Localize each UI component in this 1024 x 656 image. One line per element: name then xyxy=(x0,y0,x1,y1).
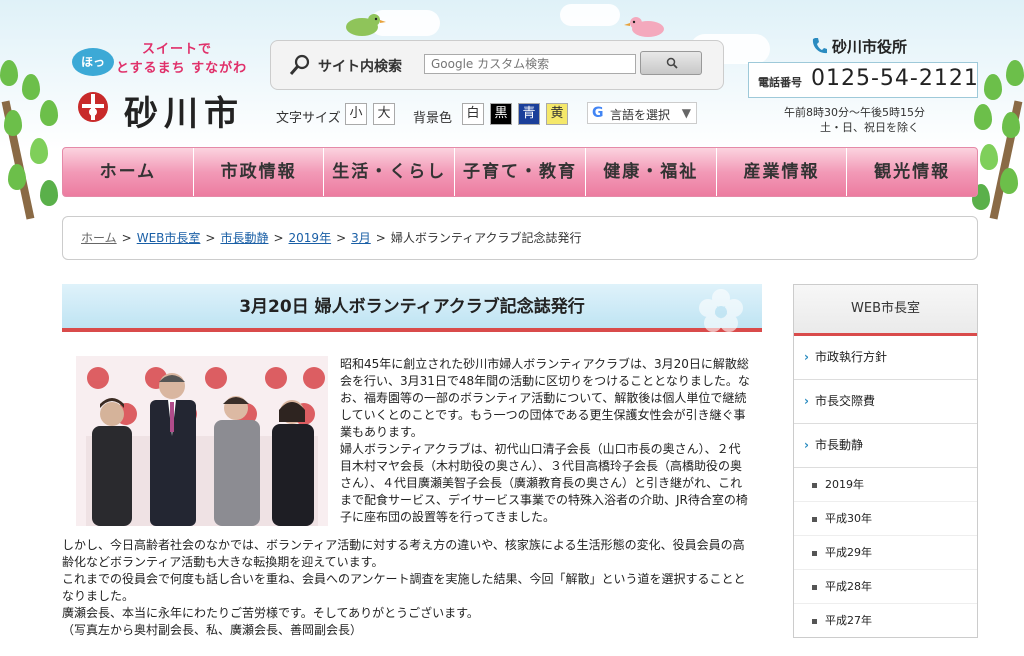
breadcrumb-separator: > xyxy=(205,231,216,245)
article-paragraph: しかし、今日高齢者社会のなかでは、ボランティア活動に対する考え方の違いや、核家族… xyxy=(62,538,745,569)
sidebar-subitem-h30[interactable]: 平成30年 xyxy=(794,502,977,536)
bg-white-button[interactable]: 白 xyxy=(462,103,484,125)
breadcrumb: ホーム > WEB市長室 > 市長動静 >2019年 >3月 > 婦人ボランティアクラブ記念誌発… xyxy=(62,216,978,260)
bg-black-button[interactable]: 黒 xyxy=(490,103,512,125)
slogan-line: とするまち すながわ xyxy=(116,61,248,76)
photo-caption: （写真左から奥村副会長、私、廣瀬会長、善岡副会長） xyxy=(62,623,363,637)
breadcrumb-link[interactable]: 2019年 xyxy=(289,231,332,245)
sidebar-item-label: 市長交際費 xyxy=(814,394,875,408)
sidebar-title: WEB市長室 xyxy=(794,285,977,336)
breadcrumb-separator: > xyxy=(375,231,386,245)
breadcrumb-link[interactable]: 市長動静 xyxy=(220,231,268,245)
article-body-upper: 昭和45年に創立された砂川市婦人ボランティアクラブは、3月20日に解散総会を行い… xyxy=(340,356,752,526)
page-title: 3月20日 婦人ボランティアクラブ記念誌発行 xyxy=(239,297,585,317)
breadcrumb-separator: > xyxy=(121,231,132,245)
main-nav: ホーム 市政情報 生活・くらし 子育て・教育 健康・福祉 産業情報 観光情報 xyxy=(62,147,978,197)
chevron-right-icon: › xyxy=(804,438,809,452)
page-title-bar: 3月20日 婦人ボランティアクラブ記念誌発行 xyxy=(62,284,762,332)
sidebar-subitem-label: 平成30年 xyxy=(825,512,872,525)
search-button[interactable] xyxy=(640,51,702,75)
article-paragraph: 婦人ボランティアクラブは、初代山口清子会長（山口市長の奥さん）、２代目木村マヤ会… xyxy=(340,442,748,524)
search-label: サイト内検索 xyxy=(318,59,402,75)
chevron-down-icon: ▼ xyxy=(681,106,691,120)
phone-icon xyxy=(812,38,827,54)
breadcrumb-separator: > xyxy=(336,231,347,245)
office-closed-days: 土・日、祝日を除く xyxy=(820,121,919,134)
sidebar-item-label: 市長動静 xyxy=(814,438,863,452)
nav-item-industry[interactable]: 産業情報 xyxy=(717,148,848,196)
sidebar-subitem-label: 平成29年 xyxy=(825,546,872,559)
sidebar-subitem-2019[interactable]: 2019年 xyxy=(794,468,977,502)
city-name-logo[interactable]: 砂川市 xyxy=(124,86,244,135)
nav-item-childcare[interactable]: 子育て・教育 xyxy=(455,148,586,196)
cloud-decoration xyxy=(560,4,620,26)
tel-label: 電話番号 xyxy=(758,76,802,89)
search-icon xyxy=(289,54,310,75)
language-select-label: 言語を選択 xyxy=(610,108,671,122)
chevron-right-icon: › xyxy=(804,394,809,408)
nav-item-home[interactable]: ホーム xyxy=(63,148,194,196)
sidebar-item-label: 市政執行方針 xyxy=(814,350,887,364)
slogan-badge: ほっ xyxy=(72,48,114,76)
sidebar-subitem-label: 平成28年 xyxy=(825,580,872,593)
breadcrumb-current: 婦人ボランティアクラブ記念誌発行 xyxy=(390,231,582,245)
nav-item-life[interactable]: 生活・くらし xyxy=(324,148,456,196)
breadcrumb-link[interactable]: 3月 xyxy=(351,231,371,245)
search-input[interactable] xyxy=(424,54,636,74)
sidebar-item-policy[interactable]: › 市政執行方針 xyxy=(794,336,977,380)
bird-icon xyxy=(624,17,664,37)
article-paragraph: 昭和45年に創立された砂川市婦人ボランティアクラブは、3月20日に解散総会を行い… xyxy=(340,357,750,439)
sidebar: WEB市長室 › 市政執行方針 › 市長交際費 › 市長動静 2019年 平成30年 … xyxy=(793,284,978,638)
breadcrumb-link[interactable]: WEB市長室 xyxy=(137,231,201,245)
nav-item-health[interactable]: 健康・福祉 xyxy=(586,148,717,196)
article-photo xyxy=(76,356,328,526)
sidebar-subitem-label: 2019年 xyxy=(825,478,864,491)
google-g-icon: G xyxy=(592,105,604,121)
nav-item-tourism[interactable]: 観光情報 xyxy=(847,148,977,196)
bg-color-label: 背景色 xyxy=(413,111,453,126)
sidebar-subitem-label: 平成27年 xyxy=(825,614,872,627)
flower-icon xyxy=(699,289,743,332)
bird-icon xyxy=(346,14,386,36)
search-icon xyxy=(666,57,678,69)
slogan-line: スイートで xyxy=(142,42,213,57)
font-size-small-button[interactable]: 小 xyxy=(345,103,367,125)
bullet-icon xyxy=(812,516,817,522)
bullet-icon xyxy=(812,550,817,556)
sidebar-subitem-h29[interactable]: 平成29年 xyxy=(794,536,977,570)
sidebar-item-expenses[interactable]: › 市長交際費 xyxy=(794,380,977,424)
bg-blue-button[interactable]: 青 xyxy=(518,103,540,125)
office-hours: 午前8時30分～午後5時15分 xyxy=(784,106,925,119)
sidebar-item-activities[interactable]: › 市長動静 xyxy=(794,424,977,468)
sidebar-subitem-h28[interactable]: 平成28年 xyxy=(794,570,977,604)
city-emblem-icon[interactable] xyxy=(76,90,110,124)
sidebar-subitem-h27[interactable]: 平成27年 xyxy=(794,604,977,637)
article-paragraph: これまでの役員会で何度も話し合いを重ね、会員へのアンケート調査を実施した結果、今… xyxy=(62,572,746,603)
font-size-large-button[interactable]: 大 xyxy=(373,103,395,125)
bg-yellow-button[interactable]: 黄 xyxy=(546,103,568,125)
font-size-label: 文字サイズ xyxy=(276,111,341,126)
breadcrumb-link[interactable]: ホーム xyxy=(81,231,117,245)
bullet-icon xyxy=(812,618,817,624)
bullet-icon xyxy=(812,482,817,488)
article-body-lower: しかし、今日高齢者社会のなかでは、ボランティア活動に対する考え方の違いや、核家族… xyxy=(62,537,752,639)
city-hall-name: 砂川市役所 xyxy=(832,38,908,56)
nav-item-city-info[interactable]: 市政情報 xyxy=(194,148,325,196)
bullet-icon xyxy=(812,584,817,590)
chevron-right-icon: › xyxy=(804,350,809,364)
article-paragraph: 廣瀬会長、本当に永年にわたりご苦労様です。そしてありがとうございます。 xyxy=(62,606,479,620)
tel-number[interactable]: 0125-54-2121 xyxy=(811,66,979,91)
breadcrumb-separator: > xyxy=(273,231,284,245)
tree-decoration xyxy=(0,60,70,220)
language-select[interactable]: G 言語を選択 ▼ xyxy=(587,102,697,124)
